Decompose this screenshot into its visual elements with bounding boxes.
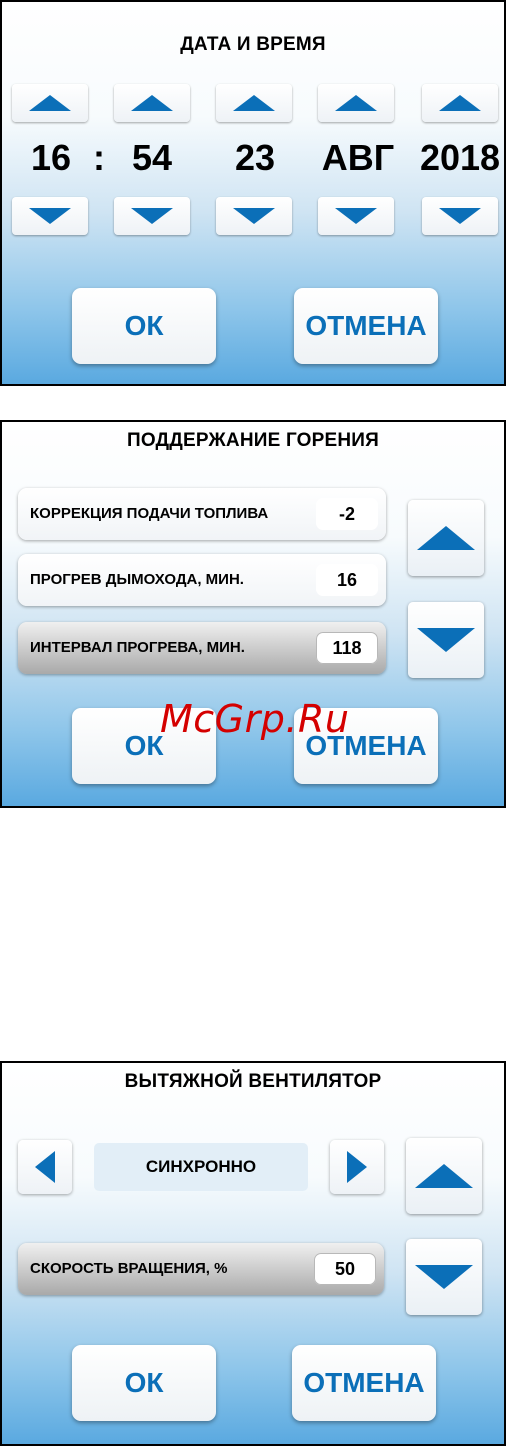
param-label: ИНТЕРВАЛ ПРОГРЕВА, МИН. <box>30 639 245 656</box>
fan-title: ВЫТЯЖНОЙ ВЕНТИЛЯТОР <box>124 1071 382 1092</box>
hour-value: 16 <box>30 137 72 178</box>
arrow-up-icon <box>335 95 377 111</box>
year-value: 2018 <box>419 137 501 178</box>
month-down-button[interactable] <box>318 197 394 235</box>
arrow-up-icon <box>233 95 275 111</box>
month-up-button[interactable] <box>318 84 394 122</box>
value-up-button[interactable] <box>406 1138 482 1214</box>
year-up-button[interactable] <box>422 84 498 122</box>
arrow-up-icon <box>439 95 481 111</box>
arrow-down-icon <box>29 208 71 224</box>
param-row-warmup-interval[interactable]: ИНТЕРВАЛ ПРОГРЕВА, МИН. 118 <box>18 622 386 674</box>
param-label: ПРОГРЕВ ДЫМОХОДА, МИН. <box>30 571 244 588</box>
mode-next-button[interactable] <box>330 1140 384 1194</box>
arrow-down-icon <box>131 208 173 224</box>
mode-prev-button[interactable] <box>18 1140 72 1194</box>
arrow-down-icon <box>233 208 275 224</box>
day-value: 23 <box>234 137 276 178</box>
combustion-screen: ПОДДЕРЖАНИЕ ГОРЕНИЯ КОРРЕКЦИЯ ПОДАЧИ ТОП… <box>0 420 506 808</box>
combustion-title: ПОДДЕРЖАНИЕ ГОРЕНИЯ <box>126 430 380 451</box>
arrow-down-icon <box>417 628 475 652</box>
arrow-up-icon <box>417 526 475 550</box>
param-value: -2 <box>316 498 378 530</box>
value-down-button[interactable] <box>406 1239 482 1315</box>
param-row-fan-speed[interactable]: СКОРОСТЬ ВРАЩЕНИЯ, % 50 <box>18 1243 384 1295</box>
watermark-text: McGrp.Ru <box>160 697 350 741</box>
hour-down-button[interactable] <box>12 197 88 235</box>
datetime-title: ДАТА И ВРЕМЯ <box>180 34 326 55</box>
arrow-down-icon <box>439 208 481 224</box>
ok-button[interactable]: ОК <box>72 288 216 364</box>
value-up-button[interactable] <box>408 500 484 576</box>
datetime-screen: ДАТА И ВРЕМЯ 16 : 54 23 АВГ 2018 ОК ОТМЕ… <box>0 0 506 386</box>
fan-screen: ВЫТЯЖНОЙ ВЕНТИЛЯТОР СИНХРОННО СКОРОСТЬ В… <box>0 1061 506 1446</box>
param-label: СКОРОСТЬ ВРАЩЕНИЯ, % <box>30 1260 228 1277</box>
arrow-right-icon <box>347 1151 367 1183</box>
param-row-chimney-warmup[interactable]: ПРОГРЕВ ДЫМОХОДА, МИН. 16 <box>18 554 386 606</box>
time-separator: : <box>93 137 105 178</box>
ok-button[interactable]: ОК <box>72 1345 216 1421</box>
value-down-button[interactable] <box>408 602 484 678</box>
fan-mode-display: СИНХРОННО <box>94 1143 308 1191</box>
arrow-up-icon <box>415 1164 473 1188</box>
arrow-up-icon <box>29 95 71 111</box>
arrow-left-icon <box>35 1151 55 1183</box>
day-down-button[interactable] <box>216 197 292 235</box>
year-down-button[interactable] <box>422 197 498 235</box>
day-up-button[interactable] <box>216 84 292 122</box>
cancel-button[interactable]: ОТМЕНА <box>294 288 438 364</box>
param-value: 118 <box>316 632 378 664</box>
minute-value: 54 <box>131 137 173 178</box>
minute-down-button[interactable] <box>114 197 190 235</box>
param-row-fuel-correction[interactable]: КОРРЕКЦИЯ ПОДАЧИ ТОПЛИВА -2 <box>18 488 386 540</box>
arrow-down-icon <box>415 1265 473 1289</box>
minute-up-button[interactable] <box>114 84 190 122</box>
param-value: 16 <box>316 564 378 596</box>
param-label: КОРРЕКЦИЯ ПОДАЧИ ТОПЛИВА <box>30 505 269 522</box>
month-value: АВГ <box>321 137 395 178</box>
param-value: 50 <box>314 1253 376 1285</box>
hour-up-button[interactable] <box>12 84 88 122</box>
arrow-up-icon <box>131 95 173 111</box>
cancel-button[interactable]: ОТМЕНА <box>292 1345 436 1421</box>
arrow-down-icon <box>335 208 377 224</box>
